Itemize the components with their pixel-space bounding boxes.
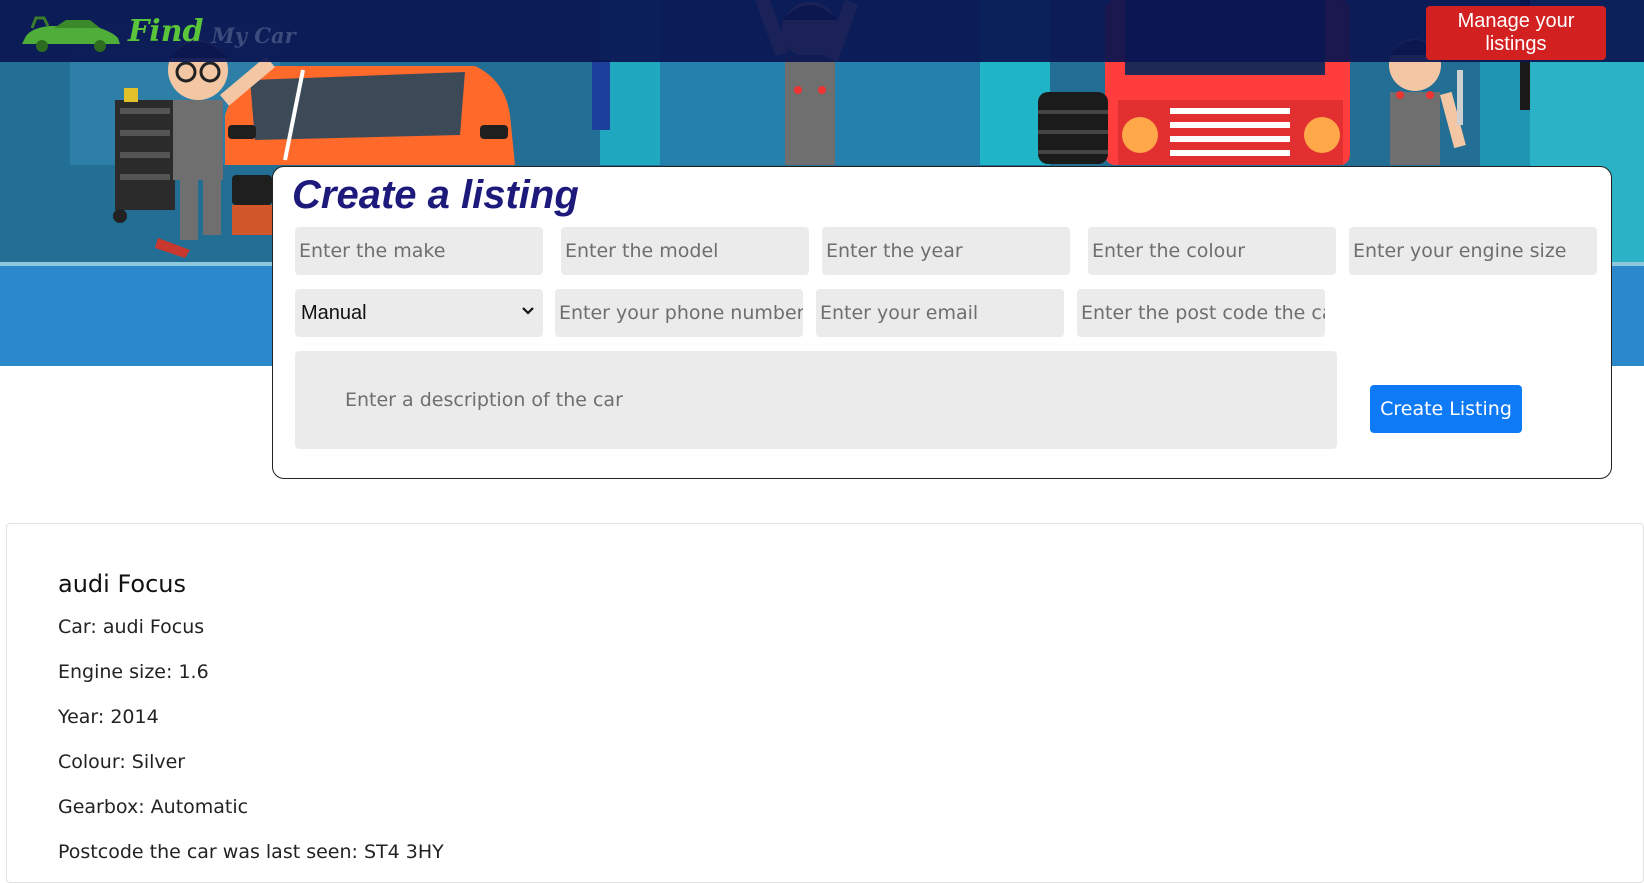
gearbox-selected-value: Manual bbox=[301, 301, 367, 324]
model-input[interactable] bbox=[561, 227, 809, 275]
listing-engine-size: Engine size: 1.6 bbox=[58, 661, 209, 683]
postcode-input[interactable] bbox=[1077, 289, 1325, 337]
listing-gearbox: Gearbox: Automatic bbox=[58, 796, 249, 818]
create-listing-card: Create a listing Manual Create Listing bbox=[272, 166, 1612, 479]
top-navbar: Find My Car Manage your listings bbox=[0, 0, 1644, 62]
brand-logo[interactable]: Find My Car bbox=[14, 8, 296, 54]
listing-postcode: Postcode the car was last seen: ST4 3HY bbox=[58, 841, 444, 863]
create-listing-title: Create a listing bbox=[292, 173, 579, 217]
colour-input[interactable] bbox=[1088, 227, 1336, 275]
listing-colour: Colour: Silver bbox=[58, 751, 186, 773]
year-input[interactable] bbox=[822, 227, 1070, 275]
phone-input[interactable] bbox=[555, 289, 803, 337]
engine-size-input[interactable] bbox=[1349, 227, 1597, 275]
brand-name-primary: Find bbox=[128, 13, 204, 49]
gearbox-select[interactable]: Manual bbox=[295, 289, 543, 337]
listing-card: audi Focus Car: audi Focus Engine size: … bbox=[6, 523, 1644, 883]
make-input[interactable] bbox=[295, 227, 543, 275]
listing-car: Car: audi Focus bbox=[58, 616, 205, 638]
create-listing-button[interactable]: Create Listing bbox=[1370, 385, 1522, 433]
brand-name-secondary: My Car bbox=[211, 22, 296, 48]
chevron-down-icon bbox=[522, 307, 534, 315]
listing-title: audi Focus bbox=[58, 570, 186, 598]
listing-year: Year: 2014 bbox=[58, 706, 159, 728]
manage-listings-button[interactable]: Manage your listings bbox=[1426, 6, 1606, 60]
email-input[interactable] bbox=[816, 289, 1064, 337]
car-logo-icon bbox=[22, 16, 120, 52]
description-textarea[interactable] bbox=[295, 351, 1337, 449]
